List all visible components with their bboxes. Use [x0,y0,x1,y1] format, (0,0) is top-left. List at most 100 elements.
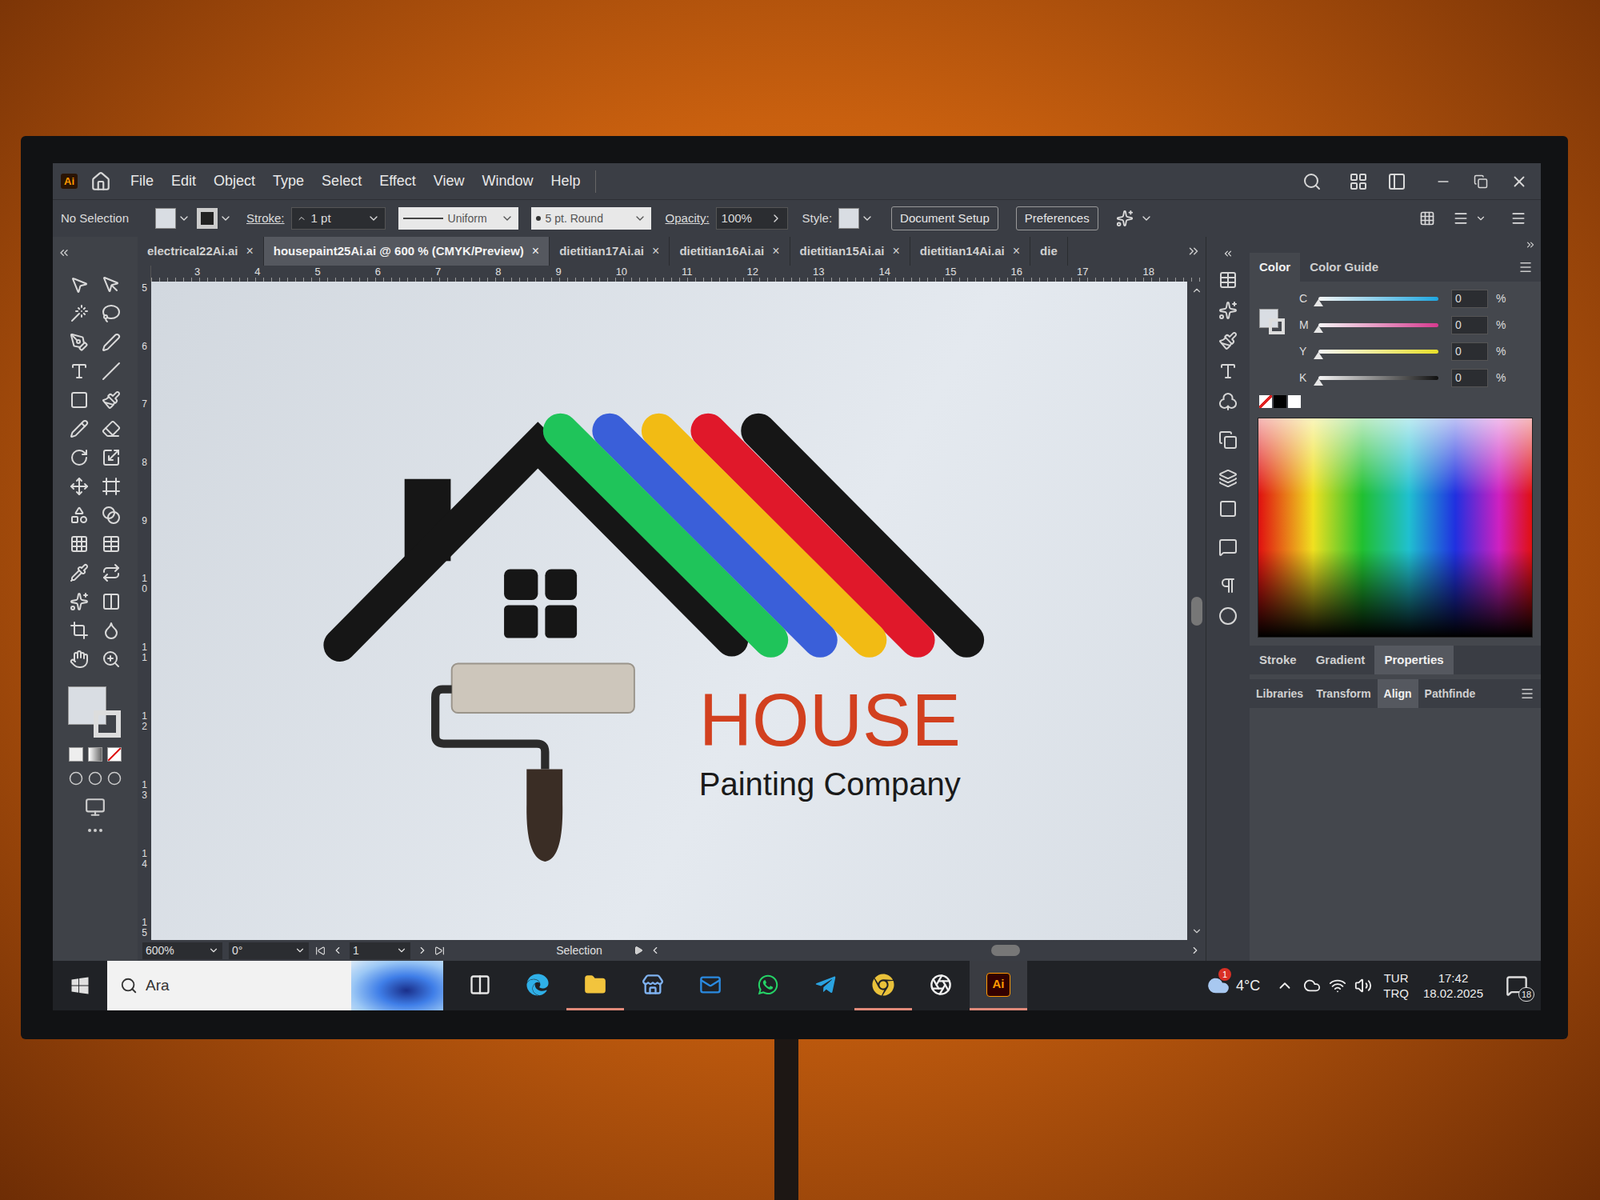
last-artboard-icon[interactable] [434,945,445,956]
draw-inside-icon[interactable] [107,771,122,786]
language[interactable]: TURTRQ [1383,970,1409,1002]
none-mode[interactable] [107,747,122,762]
tool-icon[interactable] [69,361,89,381]
tool-icon[interactable] [101,563,121,583]
artboard[interactable]: HOUSEPainting Company [151,281,1188,940]
prev-artboard-icon[interactable] [332,944,344,956]
spinner-icon[interactable] [296,213,307,224]
volume-icon[interactable] [1354,976,1372,995]
brushes-icon[interactable] [1218,300,1238,320]
tab-close[interactable]: × [245,241,253,261]
chevron-icon[interactable] [294,944,306,956]
tool-icon[interactable] [101,592,121,612]
more-tools[interactable] [88,828,103,832]
color-value[interactable]: 0 [1451,342,1488,361]
panel-menu-icon[interactable] [1510,210,1527,227]
taskbar-app[interactable] [508,960,567,1011]
document-tab[interactable]: housepaint25Ai.ai @ 600 % (CMYK/Preview)… [264,236,550,266]
club-icon[interactable] [1218,392,1238,412]
black-swatch[interactable] [1273,395,1287,408]
brush-field[interactable]: 5 pt. Round [531,207,652,230]
color-slider[interactable] [1318,376,1439,380]
chevron-icon[interactable] [367,212,380,225]
illustrator-icon[interactable]: Ai [986,972,1011,997]
tool-icon[interactable] [101,620,121,640]
chevron-icon[interactable] [219,212,232,225]
start-icon[interactable] [70,976,90,996]
first-artboard-icon[interactable] [315,945,326,956]
comments-icon[interactable] [1218,537,1238,557]
draw-behind-icon[interactable] [88,771,103,786]
color-spectrum[interactable] [1257,417,1533,638]
edge-icon[interactable] [526,973,549,996]
taskbar-app[interactable] [624,960,682,1011]
store-icon[interactable] [641,973,664,996]
panel-tab[interactable]: Gradient [1306,645,1376,675]
document-tab[interactable]: dietitian16Ai.ai× [669,236,790,266]
tool-icon[interactable] [101,304,121,324]
tray-expand-icon[interactable] [1276,976,1294,995]
tool-icon[interactable] [69,505,89,525]
fill-stroke[interactable] [63,683,128,740]
chevron-icon[interactable] [1140,212,1153,225]
panel-tab[interactable]: Pathfinde [1418,679,1483,708]
draw-normal-icon[interactable] [68,771,84,786]
folder-icon[interactable] [584,973,607,996]
house-logo[interactable] [151,281,1188,940]
arrange-icon[interactable] [1419,210,1436,227]
collapse-icon[interactable] [1524,239,1536,251]
more-tabs-icon[interactable] [1186,244,1201,259]
stroke-swatch[interactable] [196,208,232,229]
tab-close[interactable]: × [772,241,780,261]
tab-close[interactable]: × [892,241,900,261]
notifications[interactable]: 18 [1500,969,1533,1002]
chevron-icon[interactable] [500,212,514,225]
panel-tab[interactable]: Properties [1374,645,1453,675]
tool-icon[interactable] [101,419,121,439]
minimize-icon[interactable] [1435,173,1452,190]
tab-close[interactable]: × [652,241,660,261]
tool-icon[interactable] [69,332,89,352]
chevron-icon[interactable] [769,212,783,225]
white-swatch[interactable] [1288,395,1301,408]
tab-close[interactable]: × [532,241,540,261]
menu-item[interactable]: Object [207,170,262,192]
document-tab[interactable]: dietitian15Ai.ai× [790,236,911,266]
task-view-icon[interactable] [468,973,492,996]
tool-icon[interactable] [69,304,89,324]
tool-icon[interactable] [101,534,121,554]
document-tab[interactable]: die [1030,236,1068,266]
tool-icon[interactable] [69,476,89,496]
color-slider[interactable] [1318,296,1439,301]
scroll-left-icon[interactable] [649,944,661,956]
chatgpt-icon[interactable] [929,973,952,996]
menu-item[interactable]: Window [476,170,540,192]
tab-close[interactable]: × [1012,241,1020,261]
menu-item[interactable]: File [124,170,160,192]
restore-icon[interactable] [1473,174,1488,189]
onedrive-icon[interactable] [1303,976,1321,995]
tool-icon[interactable] [69,390,89,410]
zoom-field[interactable]: 600% [142,942,223,960]
color-slider[interactable] [1318,323,1439,328]
panel-tab[interactable]: Color Guide [1300,252,1388,282]
panel-tab[interactable]: Transform [1309,679,1377,708]
scroll-down-icon[interactable] [1191,925,1203,937]
profile-field[interactable]: Uniform [398,207,519,230]
chevron-icon[interactable] [396,944,408,956]
align-icon[interactable] [1452,210,1469,227]
document-tab[interactable]: dietitian17Ai.ai× [549,236,670,266]
taskbar-app[interactable] [681,960,740,1011]
vertical-scrollbar[interactable] [1187,281,1206,940]
symbols-icon[interactable] [1218,331,1238,351]
chevron-icon[interactable] [177,212,191,225]
panel-tab[interactable]: Color [1249,252,1300,282]
tool-icon[interactable] [69,649,89,669]
color-value[interactable]: 0 [1451,289,1488,308]
taskbar-search[interactable]: Ara [107,960,444,1011]
clock[interactable]: 17:4218.02.2025 [1423,970,1484,1002]
collapse-icon[interactable] [57,246,71,260]
fill-swatch[interactable] [155,208,191,229]
layers-icon[interactable] [1218,468,1238,488]
taskbar-app[interactable] [739,960,797,1011]
